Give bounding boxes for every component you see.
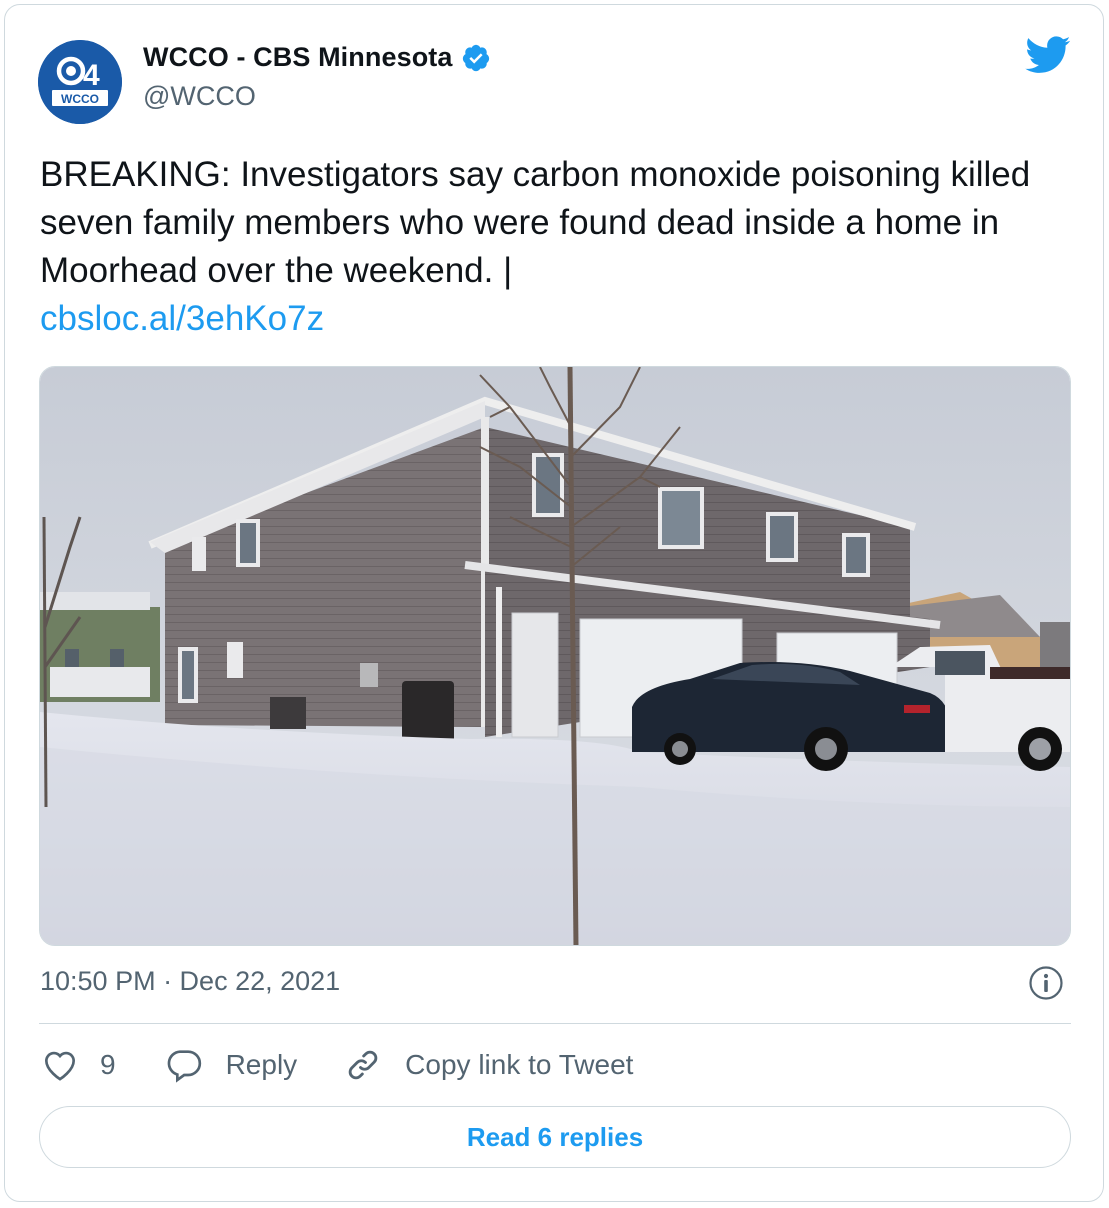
tweet-timestamp[interactable]: 10:50 PM · Dec 22, 2021: [40, 966, 340, 997]
copy-link-button[interactable]: Copy link to Tweet: [343, 1045, 633, 1085]
link-icon: [348, 1050, 378, 1080]
reply-bubble-icon: [167, 1050, 201, 1083]
copy-link-label: Copy link to Tweet: [405, 1049, 634, 1080]
verified-badge-icon: [461, 43, 491, 73]
read-replies-button[interactable]: Read 6 replies: [39, 1106, 1071, 1168]
svg-text:4: 4: [83, 59, 100, 92]
author-display-name[interactable]: WCCO - CBS Minnesota: [143, 42, 453, 73]
author-name-row[interactable]: WCCO - CBS Minnesota: [143, 42, 491, 73]
author-handle[interactable]: @WCCO: [143, 81, 256, 112]
like-button[interactable]: 9: [40, 1045, 116, 1085]
reply-button[interactable]: Reply: [164, 1045, 298, 1085]
tweet-body: BREAKING: Investigators say carbon monox…: [40, 155, 1031, 290]
tweet-link[interactable]: cbsloc.al/3ehKo7z: [40, 295, 1080, 343]
twitter-bird-icon[interactable]: [1022, 36, 1072, 76]
info-icon[interactable]: [1028, 965, 1064, 1001]
like-count: 9: [100, 1049, 116, 1080]
tweet-photo[interactable]: [39, 366, 1071, 946]
divider: [39, 1023, 1071, 1024]
reply-label: Reply: [225, 1049, 298, 1080]
heart-icon: [44, 1051, 76, 1081]
tweet-actions: 9 Reply Copy link to Tweet: [40, 1043, 679, 1087]
avatar[interactable]: 4 WCCO: [38, 40, 122, 124]
avatar-station-text: WCCO: [61, 92, 99, 106]
tweet-text: BREAKING: Investigators say carbon monox…: [40, 151, 1080, 343]
